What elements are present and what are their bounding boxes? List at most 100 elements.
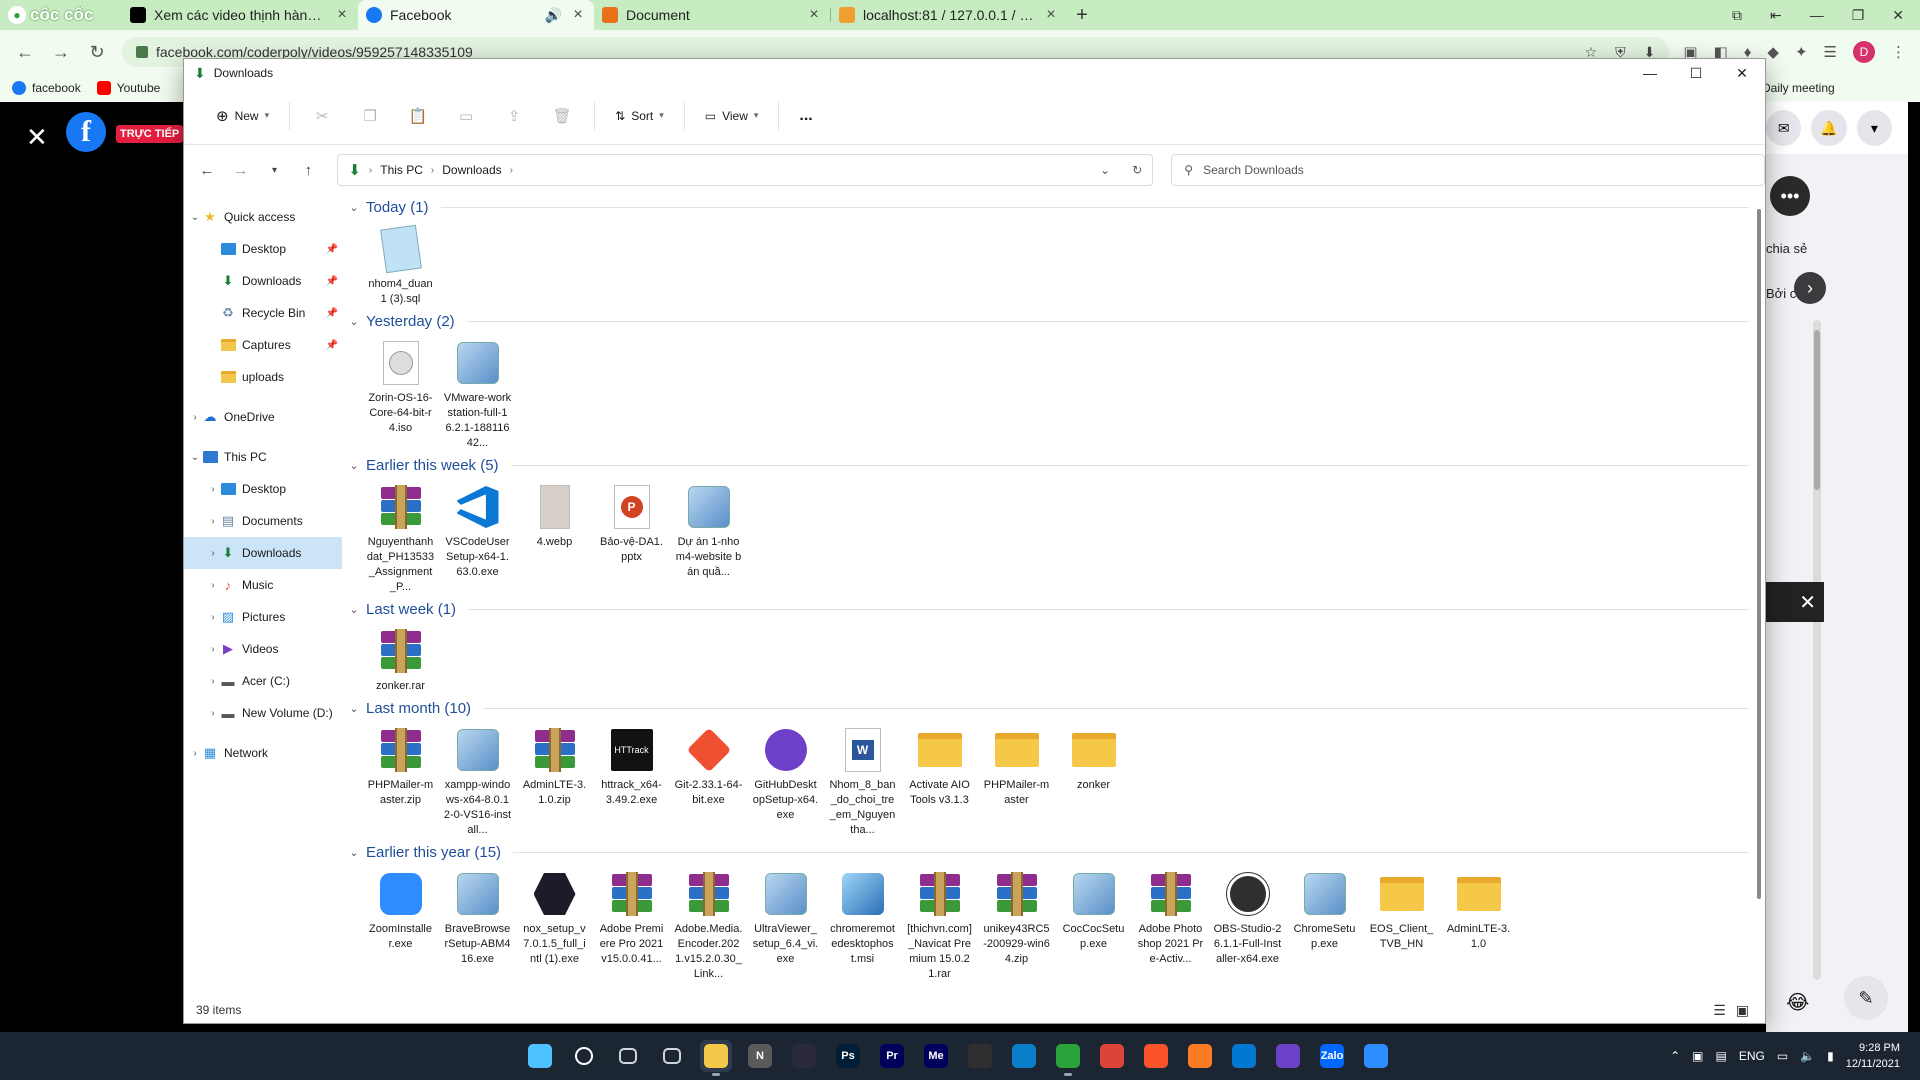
- taskbar-vscode-icon[interactable]: [1228, 1040, 1260, 1072]
- chevron-down-icon[interactable]: ⌄: [348, 846, 360, 859]
- clock[interactable]: 9:28 PM 12/11/2021: [1846, 1040, 1900, 1072]
- chevron-right-icon[interactable]: ›: [206, 644, 220, 655]
- file-item[interactable]: PHPMailer-master: [978, 720, 1055, 838]
- chevron-right-icon[interactable]: ›: [206, 484, 220, 495]
- search-input[interactable]: ⚲ Search Downloads: [1171, 154, 1765, 186]
- file-item[interactable]: Dự án 1-nhom4-website bán quầ...: [670, 477, 747, 595]
- file-item[interactable]: zonker: [1055, 720, 1132, 838]
- paste-icon[interactable]: 📋: [404, 102, 432, 130]
- bookmark-daily-meeting[interactable]: Daily meeting: [1762, 81, 1835, 95]
- chat-close-bar[interactable]: ✕: [1766, 582, 1824, 622]
- taskbar-widgets-icon[interactable]: [656, 1040, 688, 1072]
- sidebar-item[interactable]: ⌄ This PC: [184, 441, 342, 473]
- new-tab-button[interactable]: +: [1067, 0, 1097, 30]
- new-button[interactable]: ⊕ New ▾: [204, 100, 281, 132]
- taskbar-task-view-icon[interactable]: [612, 1040, 644, 1072]
- chevron-right-icon[interactable]: ›: [431, 165, 434, 176]
- minimize-button[interactable]: —: [1627, 59, 1673, 87]
- close-icon[interactable]: ×: [1043, 6, 1059, 24]
- chevron-down-icon[interactable]: ⌄: [348, 603, 360, 616]
- taskbar-nox-icon[interactable]: [788, 1040, 820, 1072]
- delete-icon[interactable]: 🗑: [548, 102, 576, 130]
- minimize-icon[interactable]: —: [1810, 7, 1824, 23]
- file-item[interactable]: nhom4_duan1 (3).sql: [362, 219, 439, 307]
- sidebar-item[interactable]: › ▨ Pictures: [184, 601, 342, 633]
- file-item[interactable]: Adobe.Media.Encoder.2021.v15.2.0.30_Link…: [670, 864, 747, 982]
- back-icon[interactable]: ⇤: [1770, 7, 1782, 24]
- taskbar-zalo-icon[interactable]: Zalo: [1316, 1040, 1348, 1072]
- facebook-logo[interactable]: f: [66, 112, 106, 152]
- file-item[interactable]: VMware-workstation-full-16.2.1-18811642.…: [439, 333, 516, 451]
- sidebar-item[interactable]: uploads: [184, 361, 342, 393]
- file-item[interactable]: VSCodeUserSetup-x64-1.63.0.exe: [439, 477, 516, 595]
- file-item[interactable]: zonker.rar: [362, 621, 439, 694]
- chevron-right-icon[interactable]: ›: [206, 708, 220, 719]
- file-item[interactable]: Zorin-OS-16-Core-64-bit-r4.iso: [362, 333, 439, 451]
- sidebar-item[interactable]: › ▬ Acer (C:): [184, 665, 342, 697]
- sidebar-item[interactable]: ♻ Recycle Bin 📌: [184, 297, 342, 329]
- address-bar[interactable]: ⬇ › This PC › Downloads › ⌄ ↻: [337, 154, 1154, 186]
- maximize-button[interactable]: ☐: [1673, 59, 1719, 87]
- taskbar-obs-icon[interactable]: [964, 1040, 996, 1072]
- close-icon[interactable]: ×: [334, 6, 350, 24]
- cast-icon[interactable]: ⧉: [1732, 7, 1742, 24]
- taskbar-xampp-icon[interactable]: [1184, 1040, 1216, 1072]
- recent-locations-icon[interactable]: ▾: [264, 165, 286, 176]
- new-message-button[interactable]: ✎: [1844, 976, 1888, 1020]
- details-view-icon[interactable]: ☰: [1713, 1002, 1726, 1019]
- taskbar-media-encoder-icon[interactable]: Me: [920, 1040, 952, 1072]
- file-item[interactable]: AdminLTE-3.1.0: [1440, 864, 1517, 982]
- file-item[interactable]: nox_setup_v7.0.1.5_full_intl (1).exe: [516, 864, 593, 982]
- sidebar-item[interactable]: › ▤ Documents: [184, 505, 342, 537]
- coccoc-brand[interactable]: ● cốc cốc: [0, 0, 122, 30]
- file-item[interactable]: Git-2.33.1-64-bit.exe: [670, 720, 747, 838]
- taskbar-file-explorer-icon[interactable]: [700, 1040, 732, 1076]
- sidebar-item[interactable]: › ♪ Music: [184, 569, 342, 601]
- taskbar-brave-icon[interactable]: [1140, 1040, 1172, 1072]
- group-header[interactable]: ⌄ Yesterday (2): [348, 309, 1765, 333]
- more-options-icon[interactable]: •••: [1770, 176, 1810, 216]
- display-icon[interactable]: ▭: [1777, 1049, 1788, 1063]
- file-item[interactable]: chromeremotedesktophost.msi: [824, 864, 901, 982]
- taskbar-photoshop-icon[interactable]: Ps: [832, 1040, 864, 1072]
- refresh-icon[interactable]: ↻: [1132, 163, 1142, 177]
- close-icon[interactable]: ✕: [1799, 590, 1816, 615]
- tab-tiktok[interactable]: Xem các video thịnh hành d ×: [122, 0, 358, 30]
- group-header[interactable]: ⌄ Last week (1): [348, 597, 1765, 621]
- menu-icon[interactable]: ⋮: [1891, 43, 1906, 61]
- chevron-down-icon[interactable]: ⌄: [188, 452, 202, 463]
- back-icon[interactable]: ←: [14, 42, 36, 63]
- puzzle-icon[interactable]: ✦: [1795, 43, 1808, 61]
- close-button[interactable]: ✕: [1719, 59, 1765, 87]
- sidebar-item[interactable]: › ▬ New Volume (D:): [184, 697, 342, 729]
- taskbar-notepad-icon[interactable]: N: [744, 1040, 776, 1072]
- playlist-icon[interactable]: ☰: [1824, 43, 1837, 61]
- tray-app-icon[interactable]: ▣: [1692, 1049, 1703, 1063]
- close-icon[interactable]: ✕: [26, 122, 48, 153]
- chevron-down-icon[interactable]: ⌄: [348, 315, 360, 328]
- share-icon[interactable]: ⇪: [500, 102, 528, 130]
- copy-icon[interactable]: ❐: [356, 102, 384, 130]
- file-item[interactable]: Adobe Premiere Pro 2021 v15.0.0.41...: [593, 864, 670, 982]
- sidebar-item[interactable]: › ▦ Network: [184, 737, 342, 769]
- file-item[interactable]: Nguyenthanhdat_PH13533_Assignment_P...: [362, 477, 439, 595]
- emoji-icon[interactable]: 😂: [1786, 990, 1809, 1015]
- file-item[interactable]: HTTrack httrack_x64-3.49.2.exe: [593, 720, 670, 838]
- back-icon[interactable]: ←: [196, 162, 218, 179]
- chevron-right-icon[interactable]: ›: [206, 580, 220, 591]
- group-header[interactable]: ⌄ Earlier this year (15): [348, 840, 1765, 864]
- bookmark-facebook[interactable]: facebook: [12, 81, 81, 95]
- taskbar-coccoc-icon[interactable]: [1052, 1040, 1084, 1076]
- messenger-icon[interactable]: ✉: [1766, 110, 1802, 146]
- bookmark-youtube[interactable]: Youtube: [96, 81, 160, 95]
- taskbar-github-icon[interactable]: [1272, 1040, 1304, 1072]
- account-menu-icon[interactable]: ▾: [1856, 110, 1892, 146]
- sidebar-item[interactable]: ⌄ ★ Quick access: [184, 201, 342, 233]
- up-icon[interactable]: ↑: [297, 162, 319, 179]
- tiles-view-icon[interactable]: ▣: [1736, 1002, 1749, 1019]
- chevron-right-icon[interactable]: ›: [206, 548, 220, 559]
- taskbar-zoom-icon[interactable]: [1360, 1040, 1392, 1072]
- volume-icon[interactable]: 🔈: [1800, 1049, 1815, 1063]
- chevron-down-icon[interactable]: ⌄: [188, 212, 202, 223]
- chevron-right-icon[interactable]: ›: [188, 412, 202, 423]
